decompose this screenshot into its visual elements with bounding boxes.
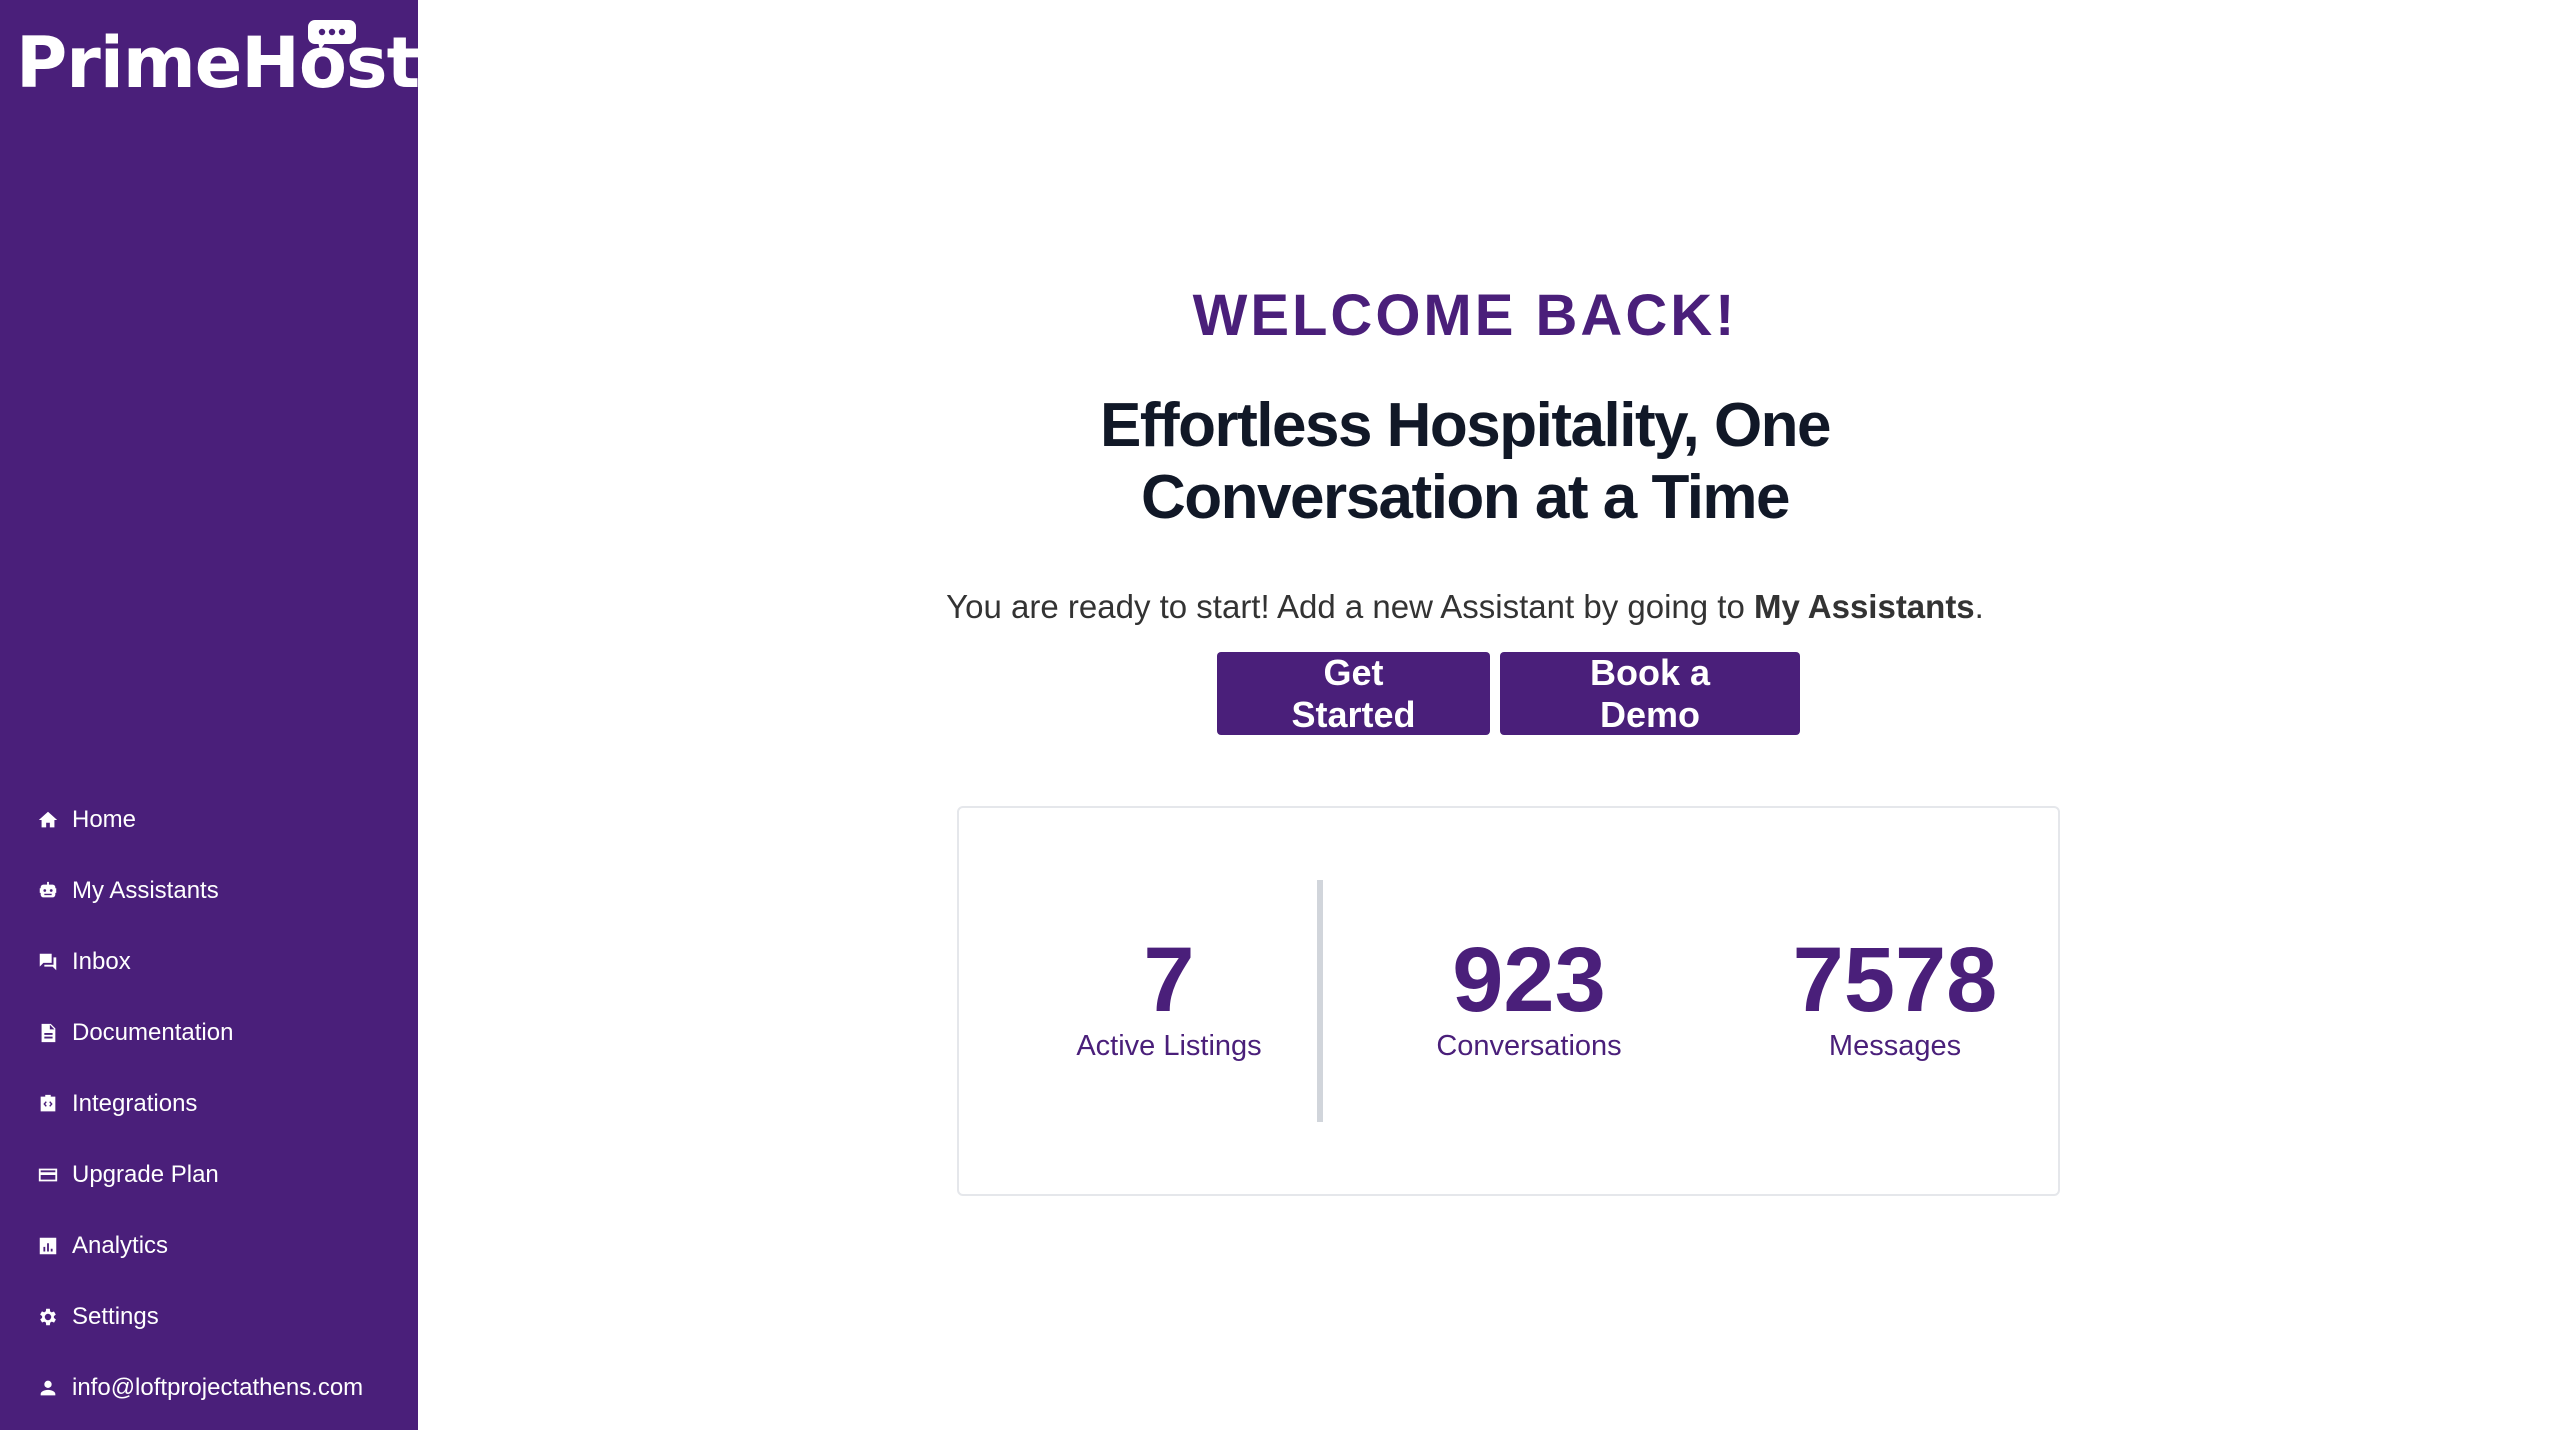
gear-icon: [36, 1305, 60, 1329]
my-assistants-emphasis: My Assistants: [1753, 588, 1975, 625]
sidebar-item-label: Documentation: [72, 1018, 234, 1046]
sidebar-item-home[interactable]: Home: [0, 784, 418, 855]
sidebar-item-label: Inbox: [72, 947, 131, 975]
stat-active-listings: 7 Active Listings: [1019, 934, 1319, 1063]
credit-card-icon: [36, 1163, 60, 1187]
chat-icon: [36, 950, 60, 974]
home-icon: [36, 808, 60, 832]
stat-value: 7: [1143, 929, 1195, 1031]
robot-icon: [36, 879, 60, 903]
stat-label: Conversations: [1436, 1030, 1622, 1062]
sidebar: PrimeHost Home My Assistants Inbox Docum…: [0, 0, 420, 1430]
sidebar-item-upgrade-plan[interactable]: Upgrade Plan: [0, 1139, 418, 1210]
stat-value: 923: [1452, 929, 1606, 1031]
page-headline: Effortless Hospitality, One Conversation…: [418, 390, 2512, 534]
sidebar-item-label: Upgrade Plan: [72, 1160, 219, 1188]
logo[interactable]: PrimeHost: [16, 20, 420, 110]
sidebar-item-my-assistants[interactable]: My Assistants: [0, 855, 418, 926]
sidebar-item-label: Home: [72, 805, 137, 833]
integrations-icon: [36, 1092, 60, 1116]
document-icon: [36, 1021, 60, 1045]
book-demo-button[interactable]: Book a Demo: [1500, 652, 1800, 735]
analytics-icon: [36, 1234, 60, 1258]
sidebar-item-label: Integrations: [72, 1089, 198, 1117]
headline-line-1: Effortless Hospitality, One: [1099, 391, 1832, 460]
sidebar-item-label: Analytics: [72, 1231, 169, 1259]
headline-line-2: Conversation at a Time: [1140, 463, 1791, 532]
stats-card: 7 Active Listings 923 Conversations 7578…: [957, 806, 2060, 1196]
welcome-heading: WELCOME BACK!: [1192, 283, 1738, 348]
sidebar-item-integrations[interactable]: Integrations: [0, 1068, 418, 1139]
cta-buttons: Get Started Book a Demo: [1217, 652, 1800, 735]
sidebar-item-settings[interactable]: Settings: [0, 1281, 418, 1352]
stats-divider: [1317, 880, 1323, 1122]
stat-messages: 7578 Messages: [1745, 934, 2045, 1063]
sidebar-item-label: info@loftprojectathens.com: [72, 1373, 364, 1401]
sidebar-item-account[interactable]: info@loftprojectathens.com: [0, 1352, 418, 1423]
sidebar-item-documentation[interactable]: Documentation: [0, 997, 418, 1068]
get-started-button[interactable]: Get Started: [1217, 652, 1490, 735]
intro-text-prefix: You are ready to start! Add a new Assist…: [946, 588, 1754, 625]
stat-label: Messages: [1828, 1030, 1962, 1062]
app-root: PrimeHost Home My Assistants Inbox Docum…: [0, 0, 2560, 1430]
main-content: WELCOME BACK! Effortless Hospitality, On…: [418, 0, 2560, 1430]
sidebar-item-label: My Assistants: [72, 876, 219, 904]
stat-value: 7578: [1792, 929, 1998, 1031]
intro-text-suffix: .: [1974, 588, 1984, 625]
sidebar-item-label: Settings: [72, 1302, 159, 1330]
sidebar-nav: Home My Assistants Inbox Documentation I…: [0, 784, 418, 1423]
brand-name: PrimeHost: [16, 22, 420, 104]
sidebar-item-inbox[interactable]: Inbox: [0, 926, 418, 997]
stat-conversations: 923 Conversations: [1379, 934, 1679, 1063]
user-icon: [36, 1376, 60, 1400]
stat-label: Active Listings: [1076, 1030, 1262, 1062]
intro-text: You are ready to start! Add a new Assist…: [418, 588, 2512, 626]
sidebar-item-analytics[interactable]: Analytics: [0, 1210, 418, 1281]
